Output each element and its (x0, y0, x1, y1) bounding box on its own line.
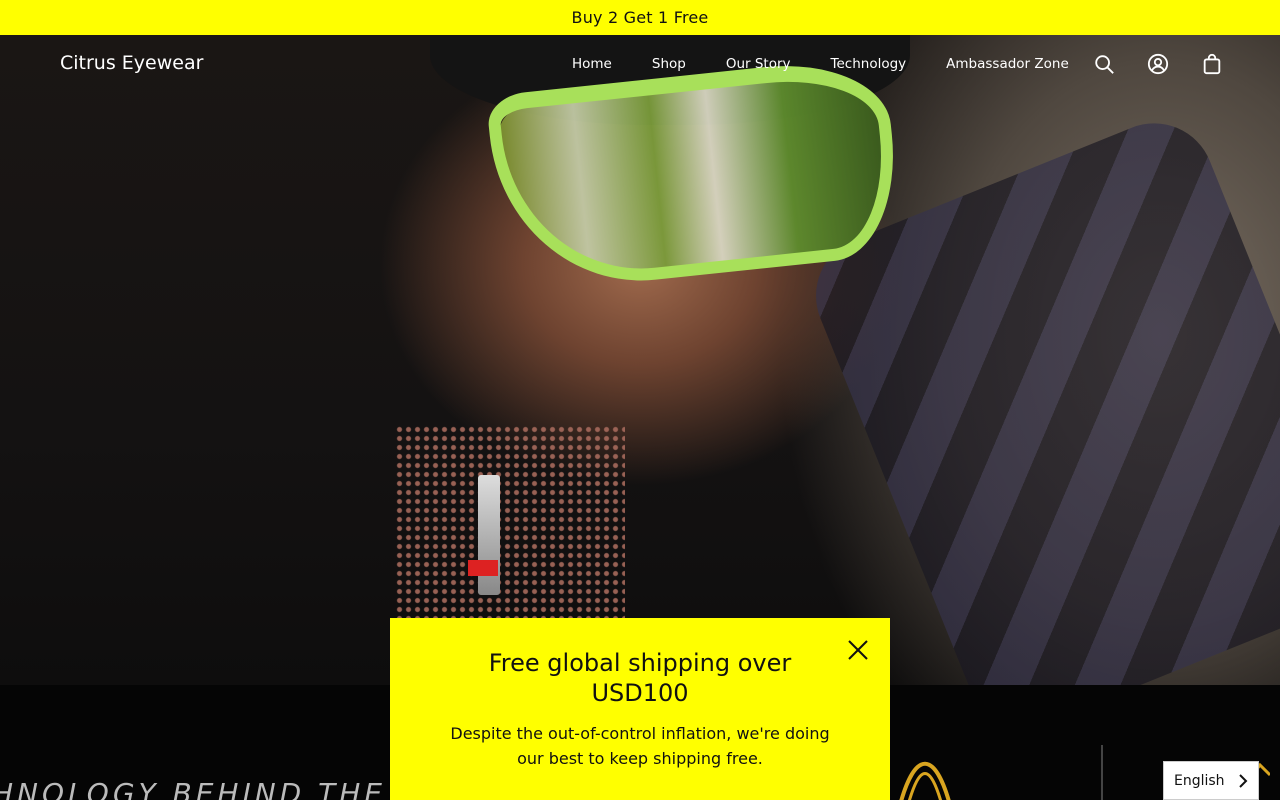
nav-technology[interactable]: Technology (831, 56, 907, 72)
language-label: English (1174, 772, 1225, 789)
search-icon[interactable] (1092, 52, 1116, 76)
main-nav: Home Shop Our Story Technology Ambassado… (572, 56, 1069, 72)
hero-zipper-tag (468, 560, 498, 576)
nav-shop[interactable]: Shop (652, 56, 686, 72)
language-selector[interactable]: English (1163, 761, 1259, 800)
announcement-text: Buy 2 Get 1 Free (571, 8, 709, 27)
hero-zipper (478, 475, 500, 595)
technology-heading: HNOLOGY BEHIND THE (0, 777, 386, 800)
shipping-popup: Free global shipping over USD100 Despite… (390, 618, 890, 800)
nav-our-story[interactable]: Our Story (726, 56, 791, 72)
site-header: Citrus Eyewear Home Shop Our Story Techn… (0, 35, 1280, 95)
chevron-right-icon (1238, 774, 1248, 792)
cart-icon[interactable] (1200, 52, 1224, 76)
account-icon[interactable] (1146, 52, 1170, 76)
hero-image (0, 35, 1280, 685)
site-logo[interactable]: Citrus Eyewear (60, 52, 203, 74)
nav-ambassador-zone[interactable]: Ambassador Zone (946, 56, 1069, 72)
announcement-bar: Buy 2 Get 1 Free (0, 0, 1280, 35)
popup-body: Despite the out-of-control inflation, we… (450, 724, 830, 768)
popup-title: Free global shipping over USD100 (488, 649, 792, 707)
nav-home[interactable]: Home (572, 56, 612, 72)
close-icon[interactable] (847, 639, 869, 661)
